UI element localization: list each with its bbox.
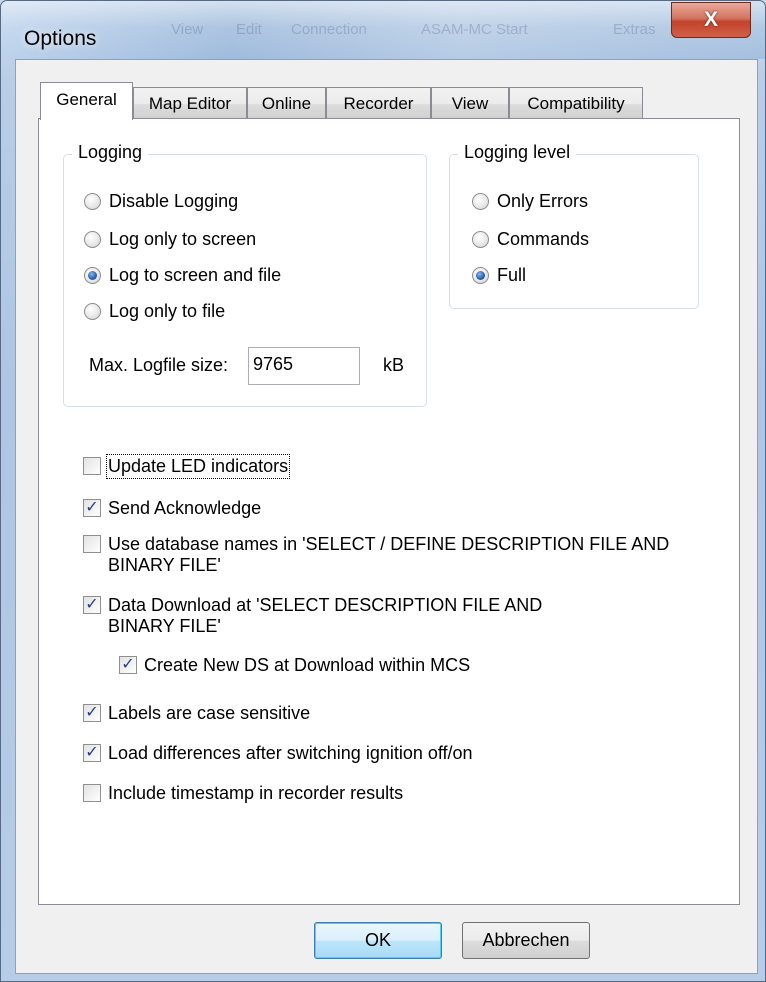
checkbox[interactable] <box>83 457 101 475</box>
checkbox-update-led-indicators[interactable]: Update LED indicators <box>83 454 291 479</box>
logging-group-label: Logging <box>72 142 149 163</box>
background-menu-item: Extras <box>613 21 656 38</box>
tab-online[interactable]: Online <box>247 87 326 120</box>
checkbox-create-new-ds[interactable]: ✓ Create New DS at Download within MCS <box>119 655 470 676</box>
title-bar[interactable]: View Edit Connection ASAM-MC Start Extra… <box>1 1 765 59</box>
radio-button[interactable] <box>472 193 489 210</box>
cancel-button[interactable]: Abbrechen <box>462 922 590 959</box>
background-menu-item: Edit <box>236 21 262 38</box>
checkmark-icon[interactable]: ✓ <box>83 499 101 517</box>
close-icon: X <box>703 8 718 31</box>
background-menu-item: ASAM-MC Start <box>421 21 528 38</box>
checkbox-use-database-names[interactable]: Use database names in 'SELECT / DEFINE D… <box>83 534 703 576</box>
logfile-size-label: Max. Logfile size: <box>89 355 229 375</box>
radio-commands[interactable]: Commands <box>472 229 589 250</box>
tab-general[interactable]: General <box>40 82 133 120</box>
checkmark-icon[interactable]: ✓ <box>83 744 101 762</box>
logging-group: Logging Disable Logging Log only to scre… <box>63 142 427 407</box>
ok-button[interactable]: OK <box>314 922 442 959</box>
tab-view[interactable]: View <box>431 87 509 120</box>
dialog-client-area: General Map Editor Online Recorder View … <box>15 59 758 974</box>
checkbox-send-acknowledge[interactable]: ✓ Send Acknowledge <box>83 498 261 519</box>
radio-button[interactable] <box>84 193 101 210</box>
window-title: Options <box>24 27 97 50</box>
checkbox[interactable] <box>83 784 101 802</box>
radio-button[interactable] <box>84 231 101 248</box>
checkmark-icon[interactable]: ✓ <box>119 656 137 674</box>
options-dialog-window: View Edit Connection ASAM-MC Start Extra… <box>0 0 766 982</box>
radio-button[interactable] <box>84 303 101 320</box>
radio-button[interactable] <box>84 267 101 284</box>
checkbox[interactable] <box>83 535 101 553</box>
checkbox-labels-case-sensitive[interactable]: ✓ Labels are case sensitive <box>83 703 310 724</box>
checkbox-include-timestamp[interactable]: Include timestamp in recorder results <box>83 783 403 804</box>
checkbox-load-differences[interactable]: ✓ Load differences after switching ignit… <box>83 743 473 764</box>
logfile-size-unit: kB <box>383 355 405 375</box>
radio-only-errors[interactable]: Only Errors <box>472 191 588 212</box>
radio-button[interactable] <box>472 231 489 248</box>
radio-log-only-to-screen[interactable]: Log only to screen <box>84 229 256 250</box>
background-menu-item: View <box>171 21 204 38</box>
tab-map-editor[interactable]: Map Editor <box>133 87 247 120</box>
tab-compatibility[interactable]: Compatibility <box>509 87 643 120</box>
logging-level-group-label: Logging level <box>458 142 577 163</box>
tab-recorder[interactable]: Recorder <box>326 87 431 120</box>
radio-button[interactable] <box>472 267 489 284</box>
logging-level-group: Logging level Only Errors Commands Full <box>449 142 699 309</box>
general-tab-panel: Logging Disable Logging Log only to scre… <box>38 118 740 905</box>
radio-log-to-screen-and-file[interactable]: Log to screen and file <box>84 265 281 286</box>
radio-disable-logging[interactable]: Disable Logging <box>84 191 238 212</box>
radio-log-only-to-file[interactable]: Log only to file <box>84 301 225 322</box>
close-button[interactable]: X <box>671 2 751 38</box>
logfile-size-input[interactable]: 9765 <box>248 347 360 385</box>
checkmark-icon[interactable]: ✓ <box>83 596 101 614</box>
radio-full[interactable]: Full <box>472 265 526 286</box>
background-menu-item: Connection <box>291 21 367 38</box>
checkbox-data-download[interactable]: ✓ Data Download at 'SELECT DESCRIPTION F… <box>83 595 603 637</box>
checkmark-icon[interactable]: ✓ <box>83 704 101 722</box>
